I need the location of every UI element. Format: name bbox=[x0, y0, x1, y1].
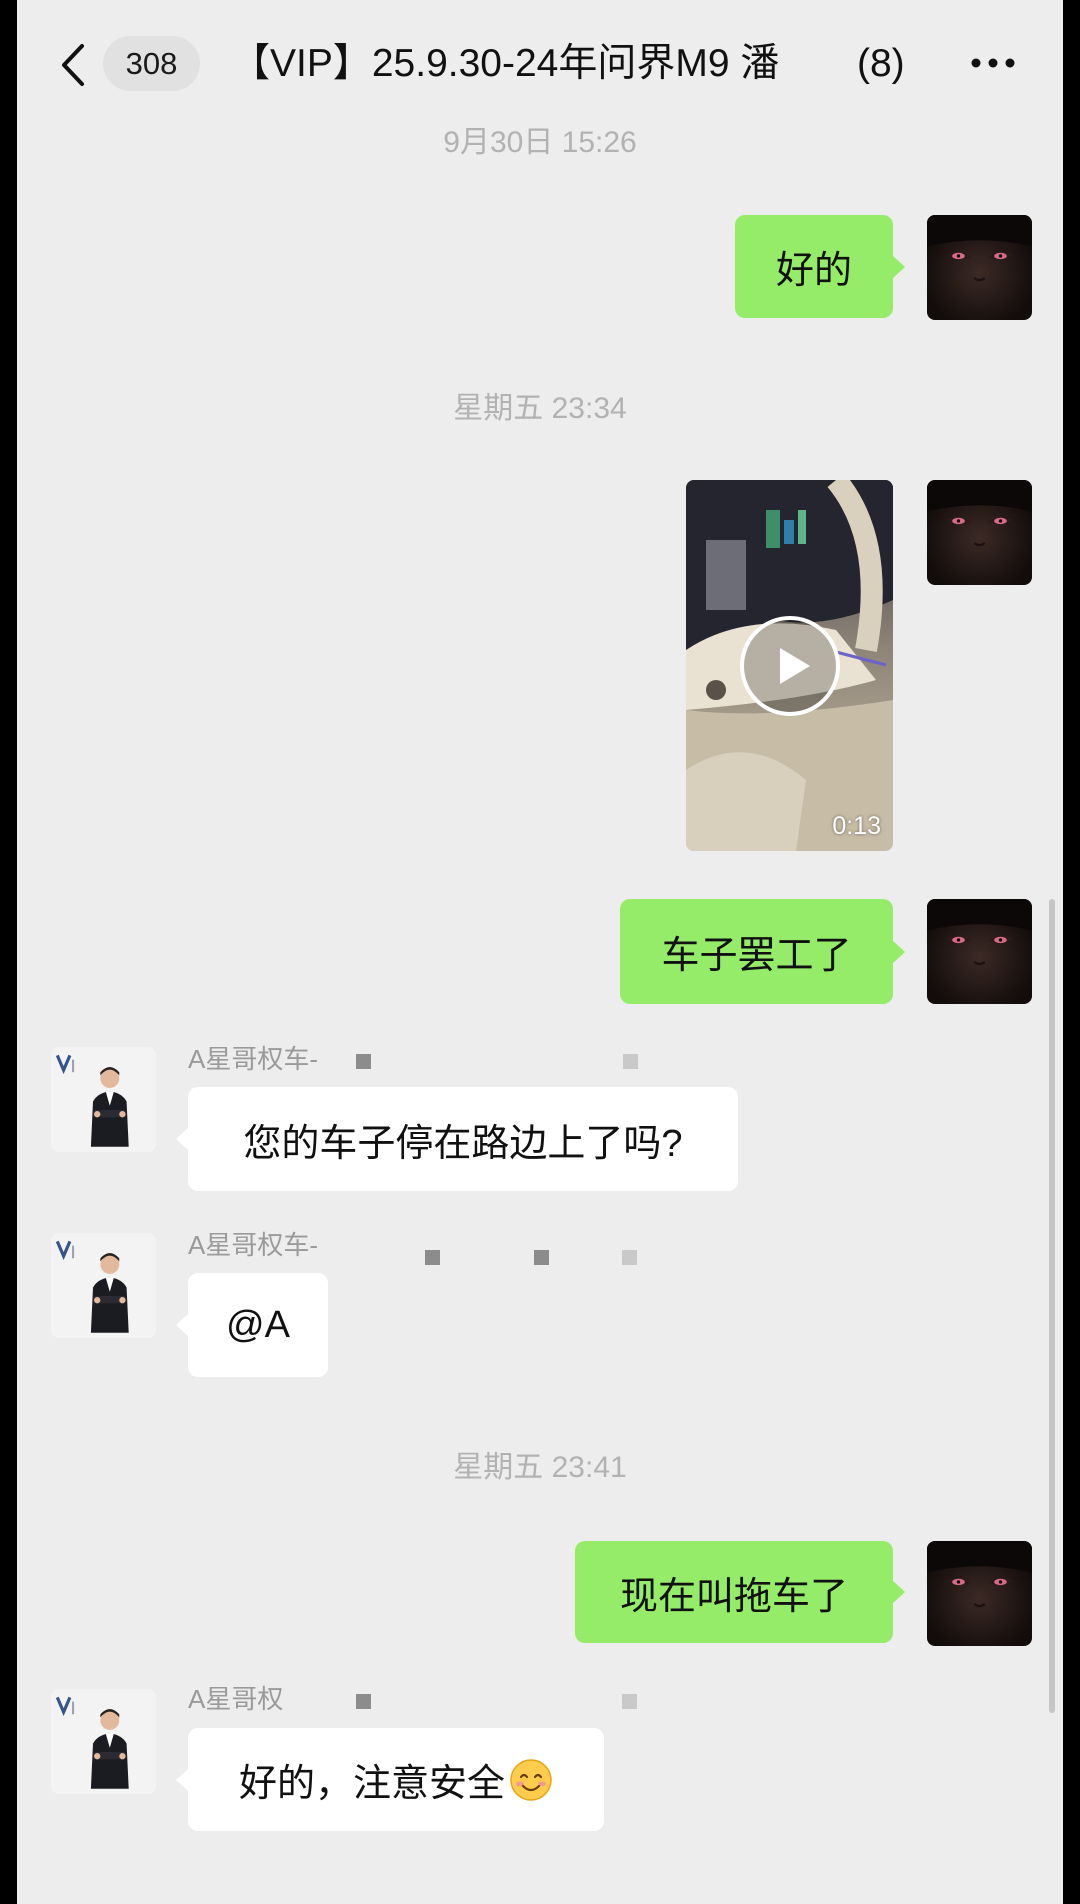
message-bubble-outgoing[interactable]: 车子罢工了 bbox=[620, 899, 905, 1004]
screen-edge-left bbox=[0, 0, 17, 1904]
message-bubble-incoming[interactable]: @A bbox=[176, 1273, 328, 1377]
redaction-block bbox=[622, 1694, 637, 1709]
dark-face-avatar-image bbox=[927, 1541, 1032, 1646]
more-dots-icon[interactable] bbox=[968, 52, 1018, 74]
sender-name: A星哥权 bbox=[188, 1684, 284, 1714]
man-in-suit-avatar-image bbox=[51, 1047, 156, 1152]
video-duration: 0:13 bbox=[832, 812, 881, 840]
redaction-block bbox=[534, 1250, 549, 1265]
man-in-suit-avatar-image bbox=[51, 1233, 156, 1338]
timestamp: 星期五 23:34 bbox=[453, 392, 627, 425]
smiling-face-icon bbox=[510, 1758, 552, 1801]
my-avatar[interactable] bbox=[927, 899, 1032, 1004]
dark-face-avatar-image bbox=[927, 899, 1032, 1004]
my-avatar[interactable] bbox=[927, 215, 1032, 320]
message-bubble-outgoing[interactable]: 好的 bbox=[735, 215, 905, 318]
redaction-block bbox=[622, 1250, 637, 1265]
chevron-left-icon[interactable] bbox=[56, 42, 92, 88]
sender-avatar[interactable] bbox=[51, 1233, 156, 1338]
dark-face-avatar-image bbox=[927, 480, 1032, 585]
sender-name: A星哥权车- bbox=[188, 1044, 319, 1074]
message-text: 车子罢工了 bbox=[661, 935, 852, 977]
message-text: 好的 bbox=[775, 250, 852, 292]
message-text: 现在叫拖车了 bbox=[619, 1575, 848, 1618]
redaction-block bbox=[356, 1054, 371, 1069]
unread-count-badge[interactable]: 308 bbox=[103, 36, 200, 91]
member-count: (8) bbox=[857, 42, 905, 85]
redaction-block bbox=[623, 1054, 638, 1069]
play-icon[interactable] bbox=[738, 614, 842, 718]
my-avatar[interactable] bbox=[927, 1541, 1032, 1646]
message-text: @A bbox=[226, 1303, 290, 1346]
screen-edge-right bbox=[1063, 0, 1080, 1904]
message-bubble-incoming[interactable]: 好的，注意安全 bbox=[176, 1728, 604, 1831]
message-text: 好的，注意安全 bbox=[238, 1763, 505, 1805]
message-bubble-outgoing[interactable]: 现在叫拖车了 bbox=[575, 1541, 905, 1643]
timestamp: 星期五 23:41 bbox=[453, 1451, 627, 1484]
my-avatar[interactable] bbox=[927, 480, 1032, 585]
redaction-block bbox=[356, 1694, 371, 1709]
sender-name: A星哥权车- bbox=[188, 1230, 319, 1260]
chat-title: 【VIP】25.9.30-24年问界M9 潘 bbox=[231, 42, 780, 85]
dark-face-avatar-image bbox=[927, 215, 1032, 320]
man-in-suit-avatar-image bbox=[51, 1689, 156, 1794]
sender-avatar[interactable] bbox=[51, 1047, 156, 1152]
redaction-block bbox=[425, 1250, 440, 1265]
message-text: 您的车子停在路边上了吗? bbox=[243, 1122, 683, 1165]
scrollbar[interactable] bbox=[1049, 899, 1055, 1713]
message-bubble-incoming[interactable]: 您的车子停在路边上了吗? bbox=[176, 1087, 738, 1191]
sender-avatar[interactable] bbox=[51, 1689, 156, 1794]
video-message[interactable]: 0:13 bbox=[686, 480, 893, 851]
timestamp: 9月30日 15:26 bbox=[443, 126, 637, 159]
